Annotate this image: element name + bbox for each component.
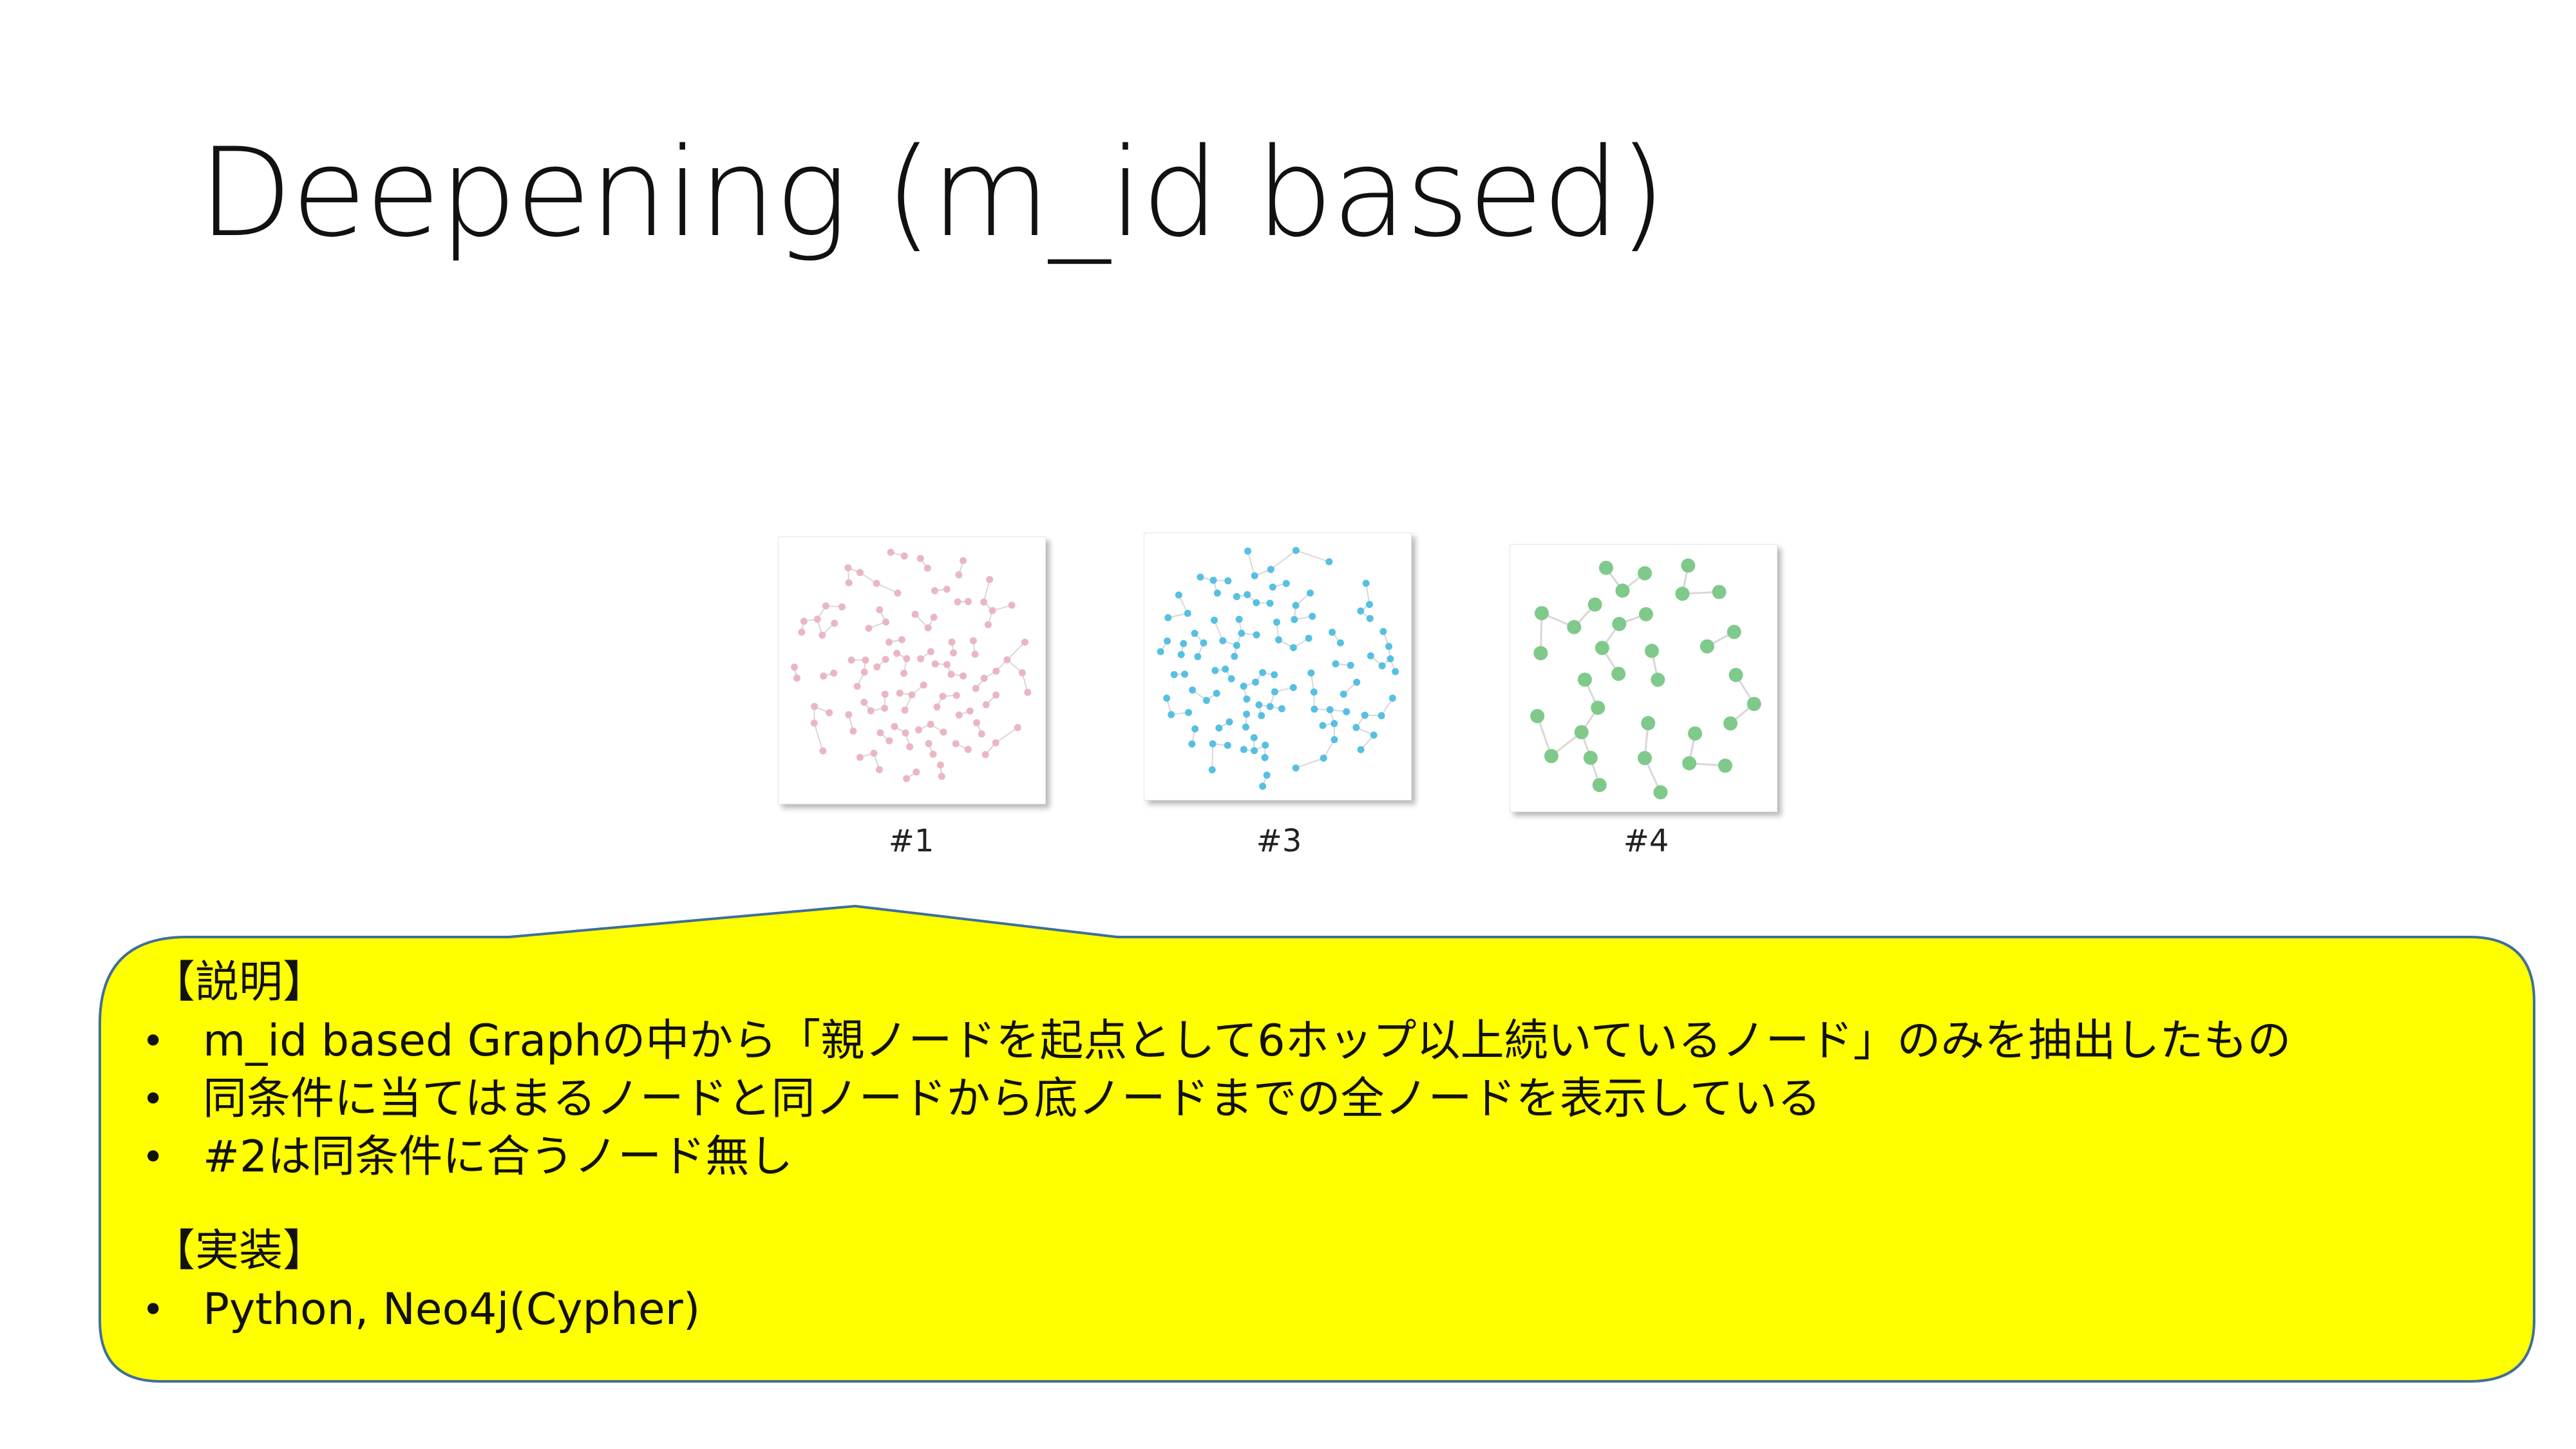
implementation-heading: 【実装】: [151, 1226, 327, 1276]
implementation-item-1: Python, Neo4j(Cypher): [135, 1281, 2518, 1339]
description-list: m_id based Graphの中から「親ノードを起点として6ホップ以上続いて…: [135, 1012, 2518, 1186]
description-item-2: 同条件に当てはまるノードと同ノードから底ノードまでの全ノードを表示している: [135, 1070, 2518, 1128]
description-item-3: #2は同条件に合うノード無し: [135, 1128, 2518, 1186]
implementation-list: Python, Neo4j(Cypher): [135, 1281, 2518, 1339]
callout-text: 【説明】 m_id based Graphの中から「親ノードを起点として6ホップ…: [135, 953, 2518, 1339]
description-item-1: m_id based Graphの中から「親ノードを起点として6ホップ以上続いて…: [135, 1012, 2518, 1070]
description-heading: 【説明】: [151, 957, 327, 1008]
